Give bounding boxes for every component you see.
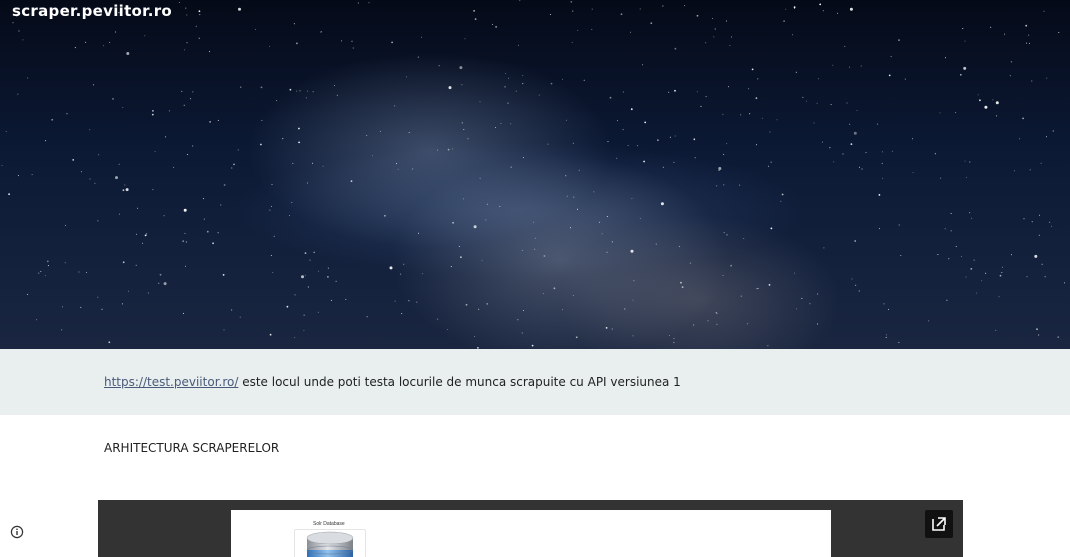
starry-sky-image bbox=[1, 0, 1065, 349]
database-icon bbox=[306, 531, 354, 557]
open-in-new-icon bbox=[932, 517, 946, 531]
site-title[interactable]: scraper.peviitor.ro bbox=[12, 2, 172, 20]
section-heading: ARHITECTURA SCRAPERELOR bbox=[104, 441, 280, 455]
hero-banner: scraper.peviitor.ro bbox=[0, 0, 1070, 349]
test-site-link[interactable]: https://test.peviitor.ro/ bbox=[104, 375, 238, 389]
info-description: este locul unde poti testa locurile de m… bbox=[242, 375, 681, 389]
open-in-new-button[interactable] bbox=[925, 510, 953, 538]
info-text: https://test.peviitor.ro/ este locul und… bbox=[104, 375, 681, 389]
info-icon[interactable] bbox=[10, 525, 24, 539]
diagram-label: Solr Database bbox=[313, 521, 345, 527]
document-page: Solr Database bbox=[231, 510, 831, 557]
embedded-document[interactable]: Solr Database bbox=[98, 500, 963, 557]
database-box bbox=[294, 529, 366, 557]
info-band: https://test.peviitor.ro/ este locul und… bbox=[0, 349, 1070, 415]
